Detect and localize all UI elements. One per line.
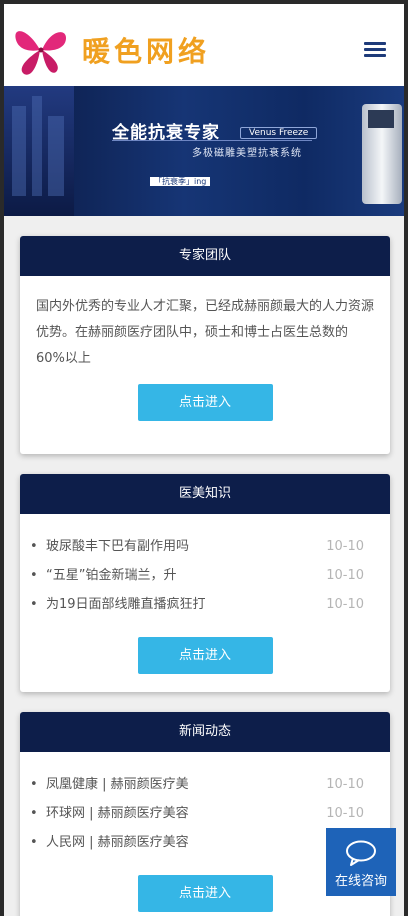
knowledge-list: 玻尿酸丰下巴有副作用吗 10-10 “五星”铂金新瑞兰，升 10-10 为19日面部… <box>20 532 390 619</box>
hero-banner[interactable]: 全能抗衰专家 Venus Freeze 多极磁雕美塑抗衰系统 「抗衰季」ing <box>4 86 404 216</box>
news-enter-button[interactable]: 点击进入 <box>137 875 273 912</box>
list-item-date: 10-10 <box>326 806 364 821</box>
logo[interactable]: 暖色网络 <box>10 20 230 80</box>
knowledge-enter-button[interactable]: 点击进入 <box>137 637 273 674</box>
chat-bubble-icon <box>345 840 377 866</box>
list-item-title: 为19日面部线雕直播疯狂打 <box>46 597 206 612</box>
list-item-title: 凤凰健康 | 赫丽颜医疗美 <box>46 777 189 792</box>
header: 暖色网络 <box>4 4 404 86</box>
knowledge-card: 医美知识 玻尿酸丰下巴有副作用吗 10-10 “五星”铂金新瑞兰，升 10-10 为… <box>20 474 390 692</box>
knowledge-card-title: 医美知识 <box>20 474 390 514</box>
list-item[interactable]: 环球网 | 赫丽颜医疗美容 10-10 <box>20 799 390 828</box>
banner-small-tag: 「抗衰季」ing <box>150 177 211 186</box>
list-item-title: “五星”铂金新瑞兰，升 <box>46 568 177 583</box>
banner-subtitle: 多极磁雕美塑抗衰系统 <box>192 148 302 159</box>
team-card: 专家团队 国内外优秀的专业人才汇聚，已经成赫丽颜最大的人力资源优势。在赫丽颜医疗… <box>20 236 390 454</box>
team-description: 国内外优秀的专业人才汇聚，已经成赫丽颜最大的人力资源优势。在赫丽颜医疗团队中，硕… <box>36 299 375 366</box>
list-item-date: 10-10 <box>326 597 364 612</box>
team-enter-button[interactable]: 点击进入 <box>137 384 273 421</box>
device-image <box>362 104 402 204</box>
online-consult-button[interactable]: 在线咨询 <box>326 828 396 896</box>
banner-building-graphic <box>4 86 74 216</box>
page: 暖色网络 全能抗衰专家 Venus Freeze 多极磁雕美塑抗衰系统 「抗衰季… <box>4 4 404 916</box>
list-item[interactable]: 玻尿酸丰下巴有副作用吗 10-10 <box>20 532 390 561</box>
list-item-date: 10-10 <box>326 568 364 583</box>
news-card-title: 新闻动态 <box>20 712 390 752</box>
brand-name: 暖色网络 <box>82 35 211 68</box>
list-item-title: 人民网 | 赫丽颜医疗美容 <box>46 835 189 850</box>
list-item-title: 玻尿酸丰下巴有副作用吗 <box>46 539 190 554</box>
banner-english-tag: Venus Freeze <box>240 127 318 139</box>
menu-icon[interactable] <box>364 42 386 58</box>
list-item[interactable]: 凤凰健康 | 赫丽颜医疗美 10-10 <box>20 770 390 799</box>
list-item-title: 环球网 | 赫丽颜医疗美容 <box>46 806 189 821</box>
list-item-date: 10-10 <box>326 777 364 792</box>
list-item[interactable]: 为19日面部线雕直播疯狂打 10-10 <box>20 590 390 619</box>
butterfly-logo-icon <box>15 31 66 75</box>
list-item-date: 10-10 <box>326 539 364 554</box>
team-card-title: 专家团队 <box>20 236 390 276</box>
online-consult-label: 在线咨询 <box>334 874 387 889</box>
banner-divider <box>112 140 312 141</box>
list-item[interactable]: “五星”铂金新瑞兰，升 10-10 <box>20 561 390 590</box>
